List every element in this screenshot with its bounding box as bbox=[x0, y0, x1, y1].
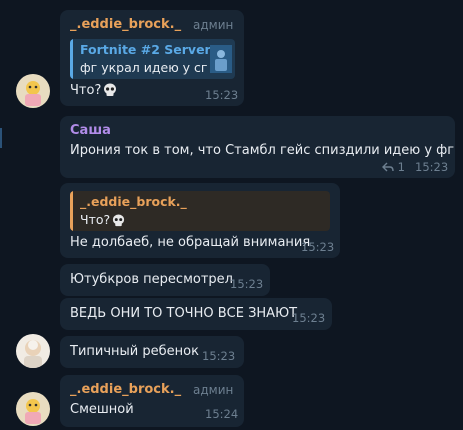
reply-text: Что? bbox=[80, 212, 125, 227]
message-bubble[interactable]: _.eddie_brock._ Что? Не долбаеб, не обра… bbox=[60, 183, 340, 258]
reply-quote[interactable]: Fortnite #2 Server фг украл идею у сг bbox=[70, 39, 235, 79]
reply-arrow-icon bbox=[382, 162, 394, 172]
reply-author: _.eddie_brock._ bbox=[80, 194, 187, 209]
fortnite-thumbnail-icon bbox=[210, 45, 232, 73]
message-bubble[interactable]: _.eddie_brock._ админ Fortnite #2 Server… bbox=[60, 10, 244, 106]
chat-area: _.eddie_brock._ админ Fortnite #2 Server… bbox=[0, 0, 463, 430]
message-time: 15:23 bbox=[292, 311, 326, 325]
message-bubble[interactable]: Саша Ирония ток в том, что Стамбл гейс с… bbox=[60, 116, 455, 178]
message-text: Ютубкров пересмотрел bbox=[70, 272, 233, 287]
reply-bar bbox=[70, 191, 73, 231]
message-text: ВЕДЬ ОНИ ТО ТОЧНО ВСЕ ЗНАЮТ bbox=[70, 306, 298, 321]
avatar[interactable] bbox=[16, 74, 50, 108]
message-text: Не долбаеб, не обращай внимания bbox=[70, 235, 311, 250]
message-author[interactable]: _.eddie_brock._ bbox=[70, 17, 181, 32]
admin-badge: админ bbox=[193, 383, 234, 397]
scroll-indicator bbox=[0, 128, 2, 148]
message-author[interactable]: _.eddie_brock._ bbox=[70, 382, 181, 397]
avatar[interactable] bbox=[16, 334, 50, 368]
message-bubble[interactable]: _.eddie_brock._ админ Смешной 15:24 bbox=[60, 375, 244, 427]
message-time: 15:23 bbox=[205, 88, 239, 102]
message-time: 15:23 bbox=[202, 349, 236, 363]
replies-counter[interactable]: 1 bbox=[382, 160, 405, 174]
message-text: Смешной bbox=[70, 402, 134, 417]
skull-icon bbox=[104, 83, 117, 96]
avatar[interactable] bbox=[16, 392, 50, 426]
message-text: Ирония ток в том, что Стамбл гейс спизди… bbox=[70, 143, 455, 158]
message-time: 15:24 bbox=[205, 407, 239, 421]
message-text: Типичный ребенок bbox=[70, 344, 199, 359]
reply-bar bbox=[70, 39, 73, 79]
skull-icon bbox=[113, 214, 125, 227]
message-bubble[interactable]: ВЕДЬ ОНИ ТО ТОЧНО ВСЕ ЗНАЮТ 15:23 bbox=[60, 298, 332, 330]
reply-quote[interactable]: _.eddie_brock._ Что? bbox=[70, 191, 330, 231]
message-bubble[interactable]: Ютубкров пересмотрел 15:23 bbox=[60, 264, 270, 296]
message-time: 15:23 bbox=[415, 160, 449, 174]
message-bubble[interactable]: Типичный ребенок 15:23 bbox=[60, 336, 244, 368]
message-time: 15:23 bbox=[301, 240, 335, 254]
message-author[interactable]: Саша bbox=[70, 123, 111, 138]
reply-text: фг украл идею у сг bbox=[80, 60, 208, 75]
message-time: 15:23 bbox=[230, 277, 264, 291]
message-text: Что? bbox=[70, 83, 117, 98]
admin-badge: админ bbox=[193, 18, 234, 32]
reply-author: Fortnite #2 Server bbox=[80, 42, 211, 57]
